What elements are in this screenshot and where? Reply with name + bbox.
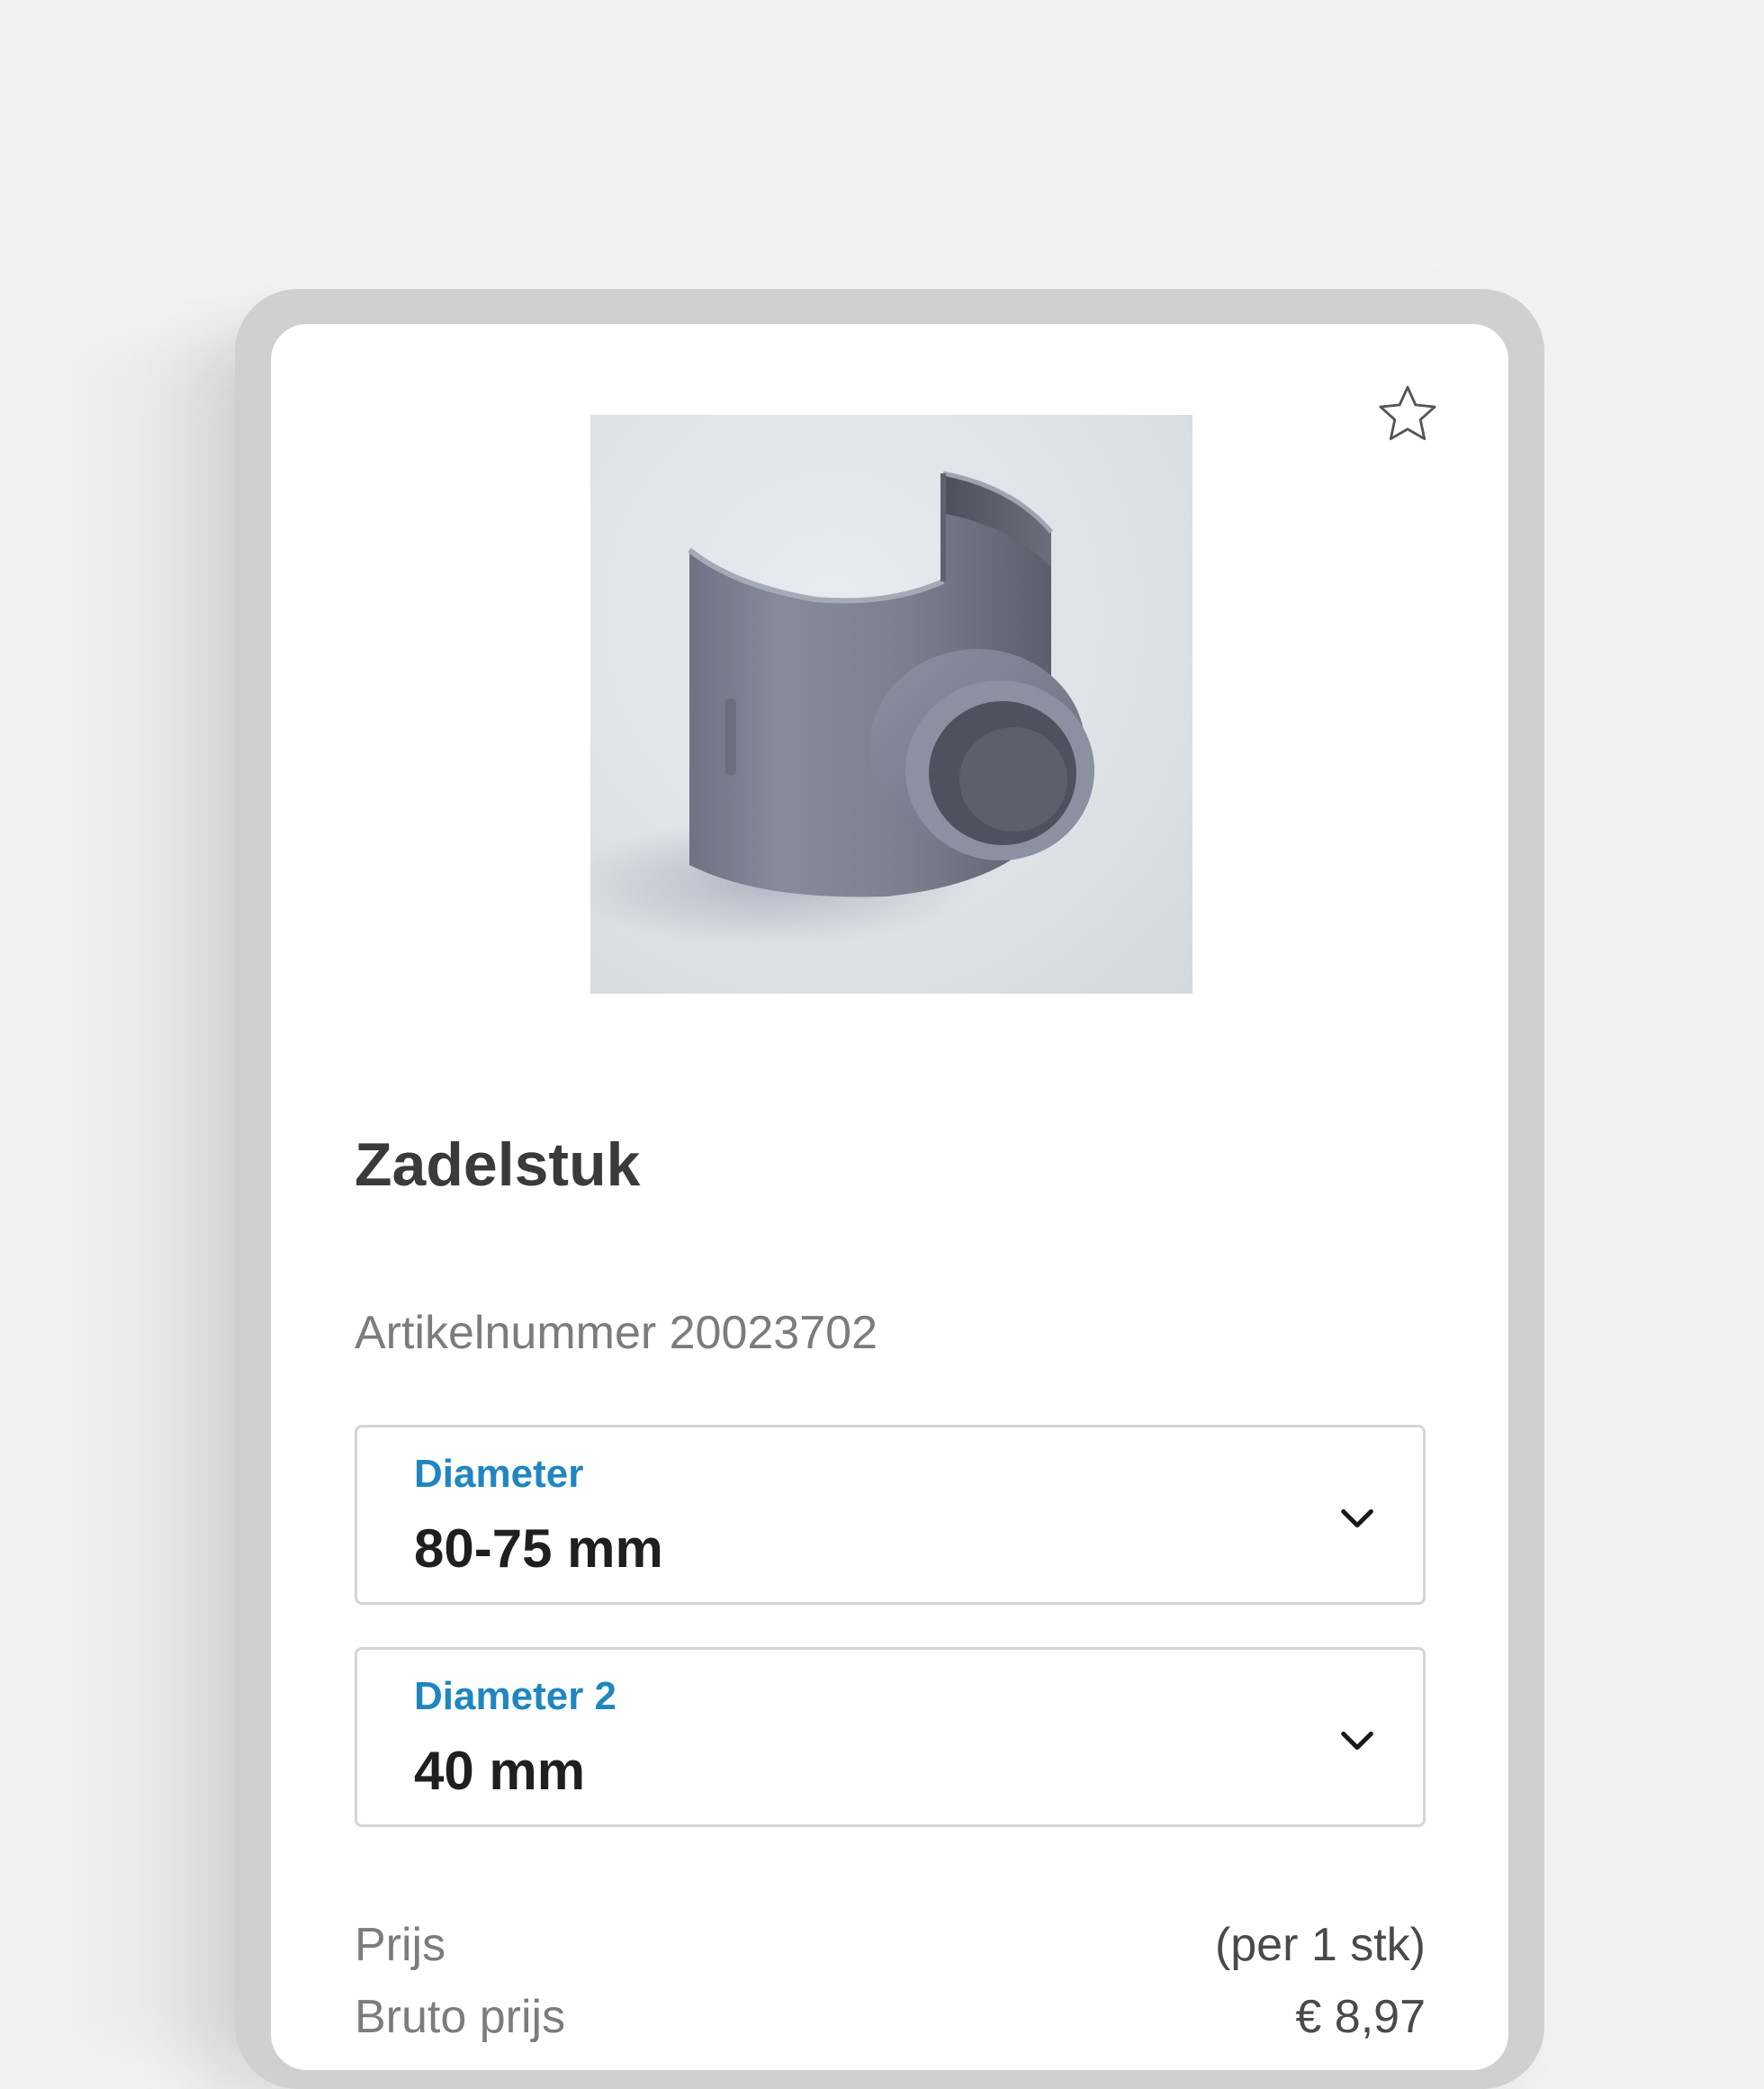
product-screen: Zadelstuk Artikelnummer 20023702 Diamete… bbox=[271, 324, 1508, 2070]
favorite-button[interactable] bbox=[1367, 374, 1448, 455]
diameter-select-label: Diameter bbox=[414, 1452, 584, 1496]
product-image bbox=[590, 415, 1192, 994]
diameter-2-select-label: Diameter 2 bbox=[414, 1674, 617, 1718]
product-title: Zadelstuk bbox=[355, 1130, 641, 1199]
star-outline-icon bbox=[1379, 385, 1436, 440]
diameter-2-select[interactable]: Diameter 2 40 mm bbox=[355, 1647, 1426, 1827]
price-unit: (per 1 stk) bbox=[1214, 1919, 1426, 1971]
pipe-saddle-illustration bbox=[590, 471, 1094, 946]
article-number: Artikelnummer 20023702 bbox=[355, 1307, 878, 1359]
chevron-down-icon bbox=[1341, 1508, 1373, 1528]
diameter-select[interactable]: Diameter 80-75 mm bbox=[355, 1425, 1426, 1605]
diameter-select-value: 80-75 mm bbox=[414, 1518, 663, 1579]
gross-price-value: € 8,97 bbox=[1295, 1991, 1426, 2043]
diameter-2-select-value: 40 mm bbox=[414, 1741, 586, 1801]
price-label: Prijs bbox=[355, 1919, 446, 1971]
gross-price-label: Bruto prijs bbox=[355, 1991, 566, 2043]
chevron-down-icon bbox=[1341, 1731, 1373, 1751]
